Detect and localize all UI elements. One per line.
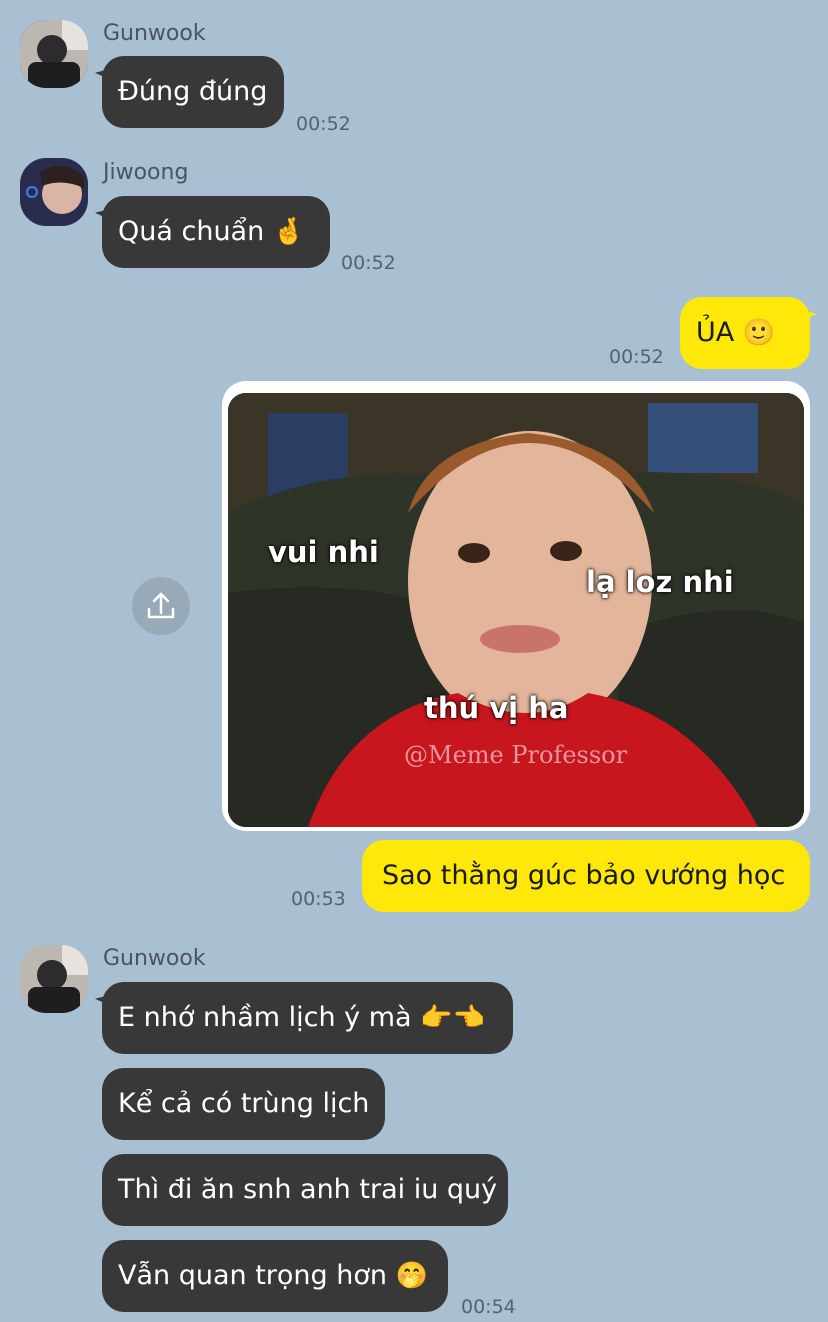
message-text: Kể cả có trùng lịch <box>118 1088 370 1119</box>
message-bubble[interactable]: Đúng đúng <box>102 56 284 128</box>
image-message[interactable]: vui nhi lạ loz nhi thú vị ha @Meme Profe… <box>222 381 810 831</box>
message-text: E nhớ nhầm lịch ý mà <box>118 1002 412 1033</box>
message-text: Vẫn quan trọng hơn <box>118 1260 387 1291</box>
pointing-fingers-emoji: 👉👈 <box>420 1003 485 1033</box>
message-bubble[interactable]: ỦA 🙂 <box>680 297 810 369</box>
message-time: 00:52 <box>609 346 664 368</box>
message-text: Thì đi ăn snh anh trai iu quý <box>118 1174 498 1205</box>
avatar-photo-gunwook <box>20 20 88 88</box>
message-bubble[interactable]: Thì đi ăn snh anh trai iu quý <box>102 1154 508 1226</box>
crossed-fingers-emoji: 🤞 <box>272 217 306 247</box>
sender-name: Jiwoong <box>103 160 189 185</box>
share-button[interactable] <box>132 577 190 635</box>
avatar-photo-jiwoong <box>20 158 88 226</box>
share-icon <box>147 592 175 619</box>
meme-watermark: @Meme Professor <box>404 741 628 769</box>
meme-caption-bottom: thú vị ha <box>424 691 569 725</box>
message-text: ỦA <box>696 317 735 348</box>
smile-emoji: 🙂 <box>742 318 776 348</box>
sender-name: Gunwook <box>103 946 206 971</box>
avatar-gunwook[interactable] <box>20 945 88 1013</box>
avatar-gunwook[interactable] <box>20 20 88 88</box>
sender-name: Gunwook <box>103 21 206 46</box>
message-text: Sao thằng gúc bảo vướng học <box>382 860 786 891</box>
message-bubble[interactable]: Quá chuẩn 🤞 <box>102 196 330 268</box>
meme-caption-right: lạ loz nhi <box>586 565 734 599</box>
message-time: 00:52 <box>296 113 351 135</box>
meme-image[interactable]: vui nhi lạ loz nhi thú vị ha @Meme Profe… <box>228 393 804 827</box>
message-bubble[interactable]: E nhớ nhầm lịch ý mà 👉👈 <box>102 982 513 1054</box>
message-bubble[interactable]: Kể cả có trùng lịch <box>102 1068 385 1140</box>
meme-caption-left: vui nhi <box>268 535 379 569</box>
avatar-photo-gunwook <box>20 945 88 1013</box>
message-bubble[interactable]: Vẫn quan trọng hơn 🤭 <box>102 1240 448 1312</box>
message-time: 00:53 <box>291 888 346 910</box>
message-bubble[interactable]: Sao thằng gúc bảo vướng học <box>362 840 810 912</box>
message-text: Quá chuẩn <box>118 216 265 247</box>
message-time: 00:52 <box>341 252 396 274</box>
avatar-jiwoong[interactable] <box>20 158 88 226</box>
hand-over-mouth-emoji: 🤭 <box>395 1261 428 1291</box>
message-text: Đúng đúng <box>118 76 268 107</box>
message-time: 00:54 <box>461 1296 516 1318</box>
